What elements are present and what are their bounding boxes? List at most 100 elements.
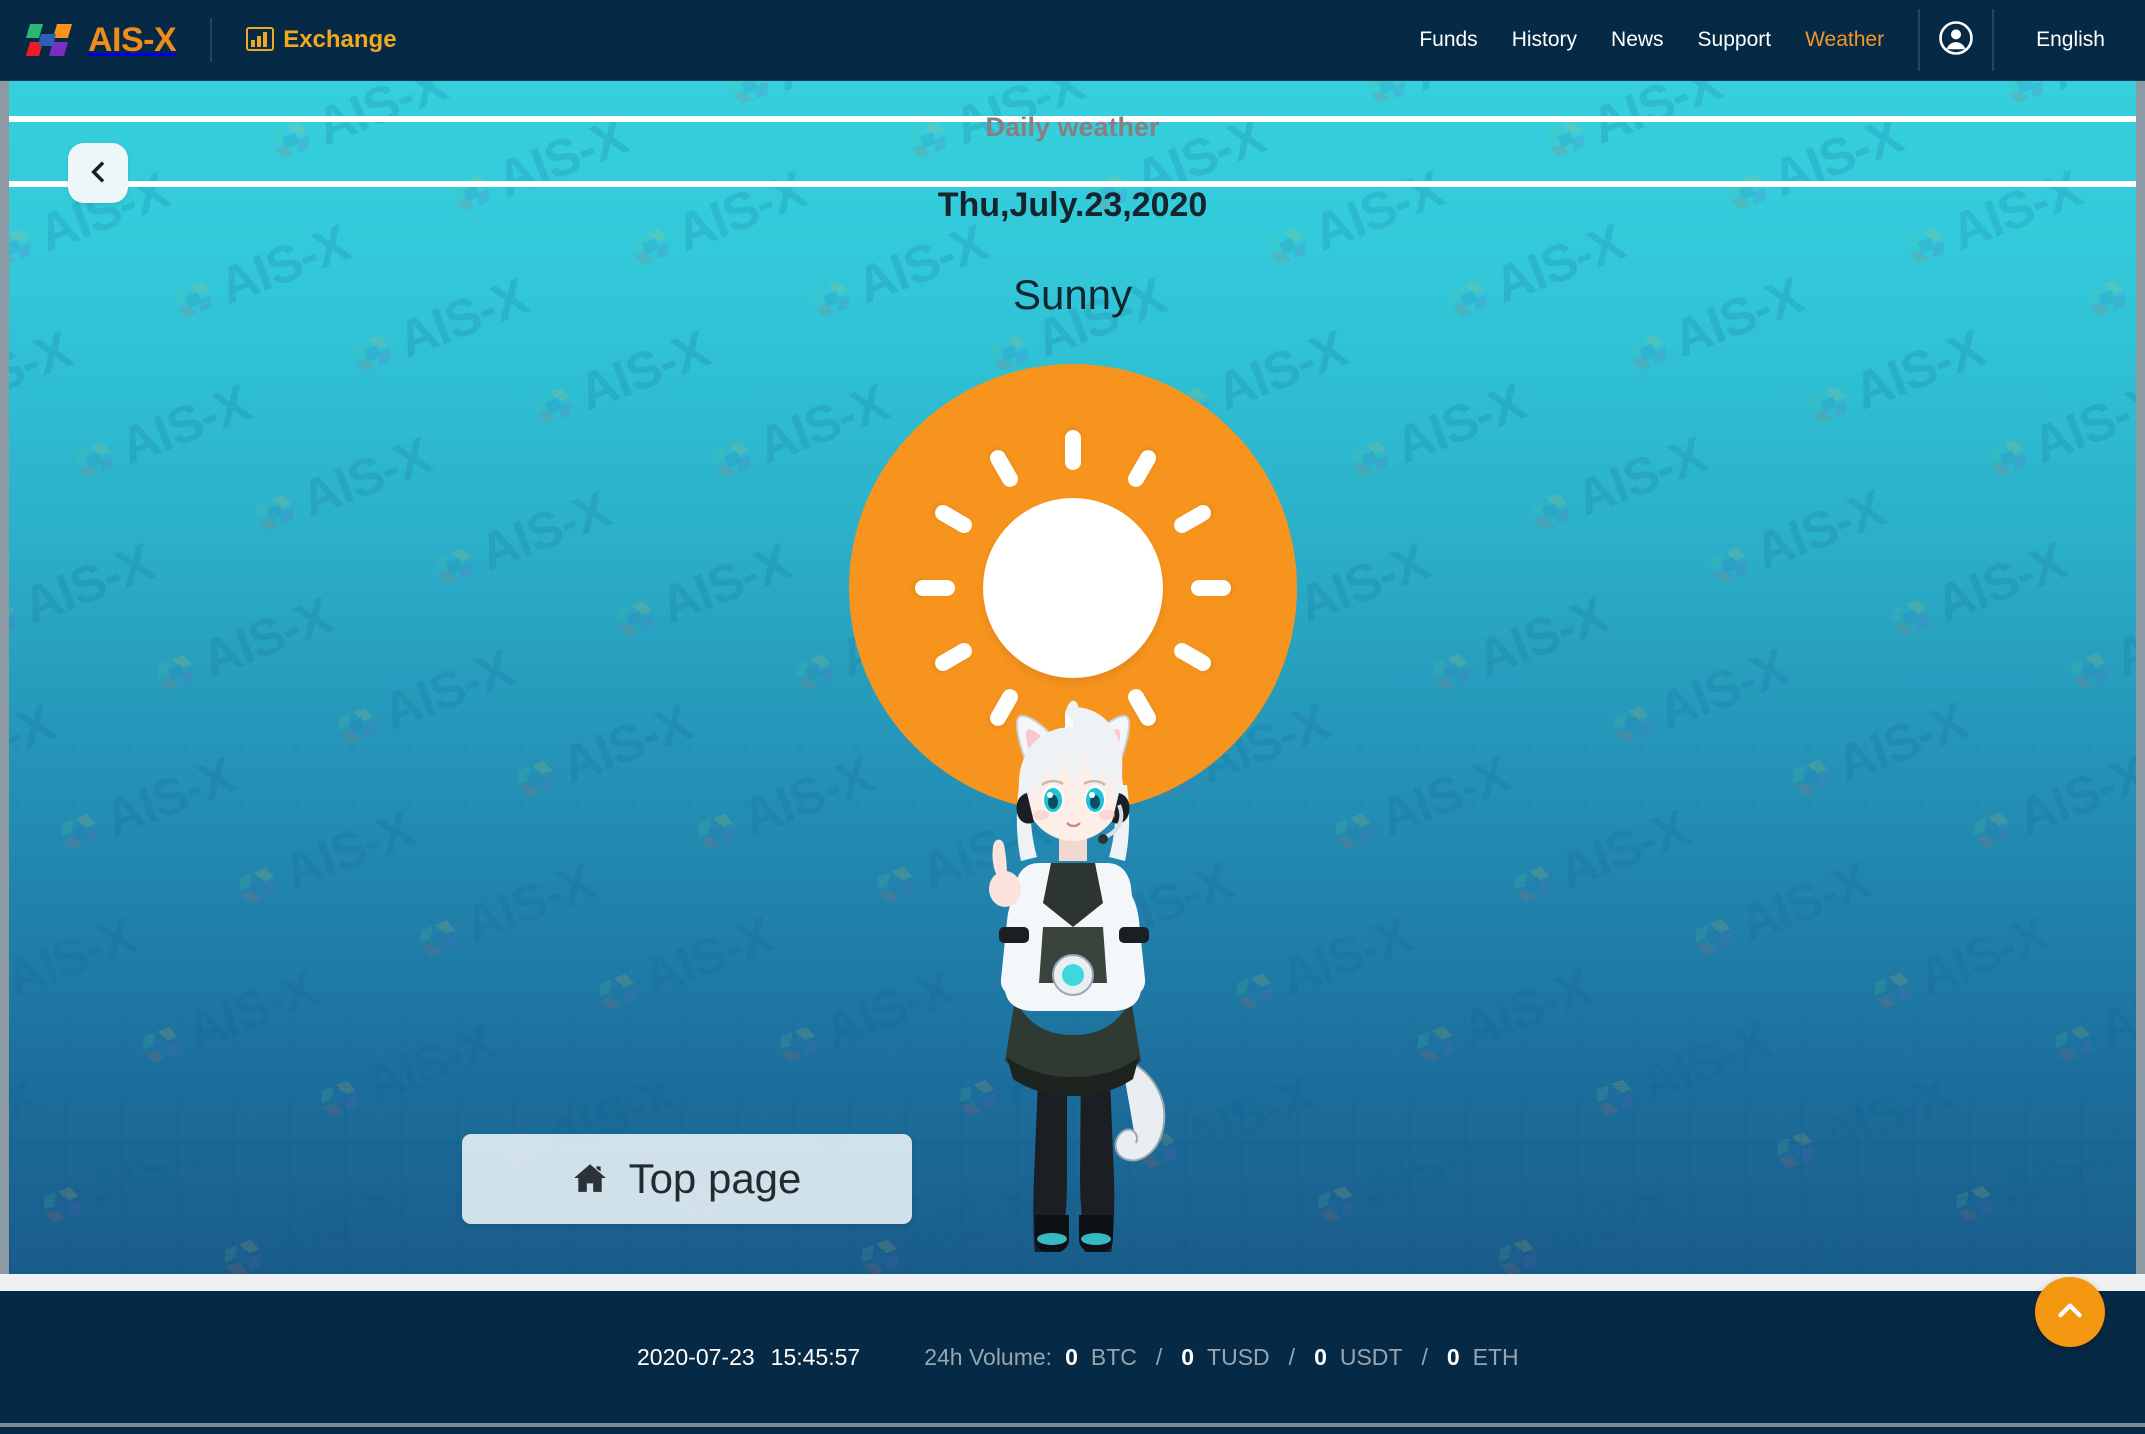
- watermark-row: AIS-XAIS-XAIS-XAIS-XAIS-XAIS-XAIS-XAIS-X…: [9, 785, 2136, 1274]
- weather-header-band: Daily weather: [9, 112, 2136, 182]
- volume-value-usdt: 0: [1314, 1343, 1327, 1370]
- watermark-x-icon: [1235, 973, 1275, 1011]
- watermark-x-icon: [2054, 1025, 2094, 1063]
- watermark-x-icon: [9, 229, 33, 267]
- watermark-item: AIS-X: [510, 693, 699, 813]
- volume-separator-3: /: [1421, 1343, 1428, 1370]
- watermark-item: AIS-X: [1607, 638, 1796, 758]
- watermark-item: AIS-X: [2048, 957, 2136, 1077]
- watermark-item: AIS-X: [1966, 744, 2136, 864]
- watermark-x-icon: [794, 654, 834, 692]
- language-selector[interactable]: English: [1994, 28, 2145, 52]
- watermark-x-icon: [320, 1080, 360, 1118]
- watermark-item: AIS-X: [1492, 1170, 1681, 1274]
- watermark-x-icon: [598, 973, 638, 1011]
- watermark-x-icon: [1628, 334, 1668, 372]
- watermark-item: AIS-X: [2063, 585, 2136, 705]
- watermark-item: AIS-X: [1362, 81, 1551, 120]
- watermark-item: AIS-X: [9, 533, 161, 653]
- watermark-x-icon: [419, 920, 459, 958]
- watermark-x-icon: [1268, 228, 1308, 266]
- watermark-row: AIS-XAIS-XAIS-XAIS-XAIS-XAIS-XAIS-XAIS-X…: [9, 892, 2136, 1274]
- watermark-x-icon: [59, 814, 99, 852]
- page-bottom-strip: [0, 1427, 2145, 1434]
- watermark-x-icon: [9, 601, 18, 639]
- watermark-item: AIS-X: [396, 1225, 585, 1274]
- watermark-x-icon: [2069, 653, 2109, 691]
- watermark-item: AIS-X: [1344, 373, 1533, 493]
- nav-item-history[interactable]: History: [1512, 28, 1577, 52]
- watermark-x-icon: [1776, 1132, 1816, 1170]
- watermark-item: AIS-X: [1704, 479, 1893, 599]
- watermark-item: AIS-X: [806, 213, 995, 333]
- watermark-item: AIS-X: [1982, 372, 2136, 492]
- exchange-nav-link[interactable]: Exchange: [246, 26, 397, 54]
- navbar-right-group: Funds History News Support Weather Engli…: [1419, 0, 2145, 80]
- watermark-item: AIS-X: [1525, 425, 1714, 545]
- nav-item-weather[interactable]: Weather: [1805, 28, 1884, 52]
- watermark-item: AIS-X: [1589, 1011, 1778, 1131]
- watermark-x-icon: [1987, 440, 2027, 478]
- watermark-item: AIS-X: [1688, 851, 1877, 971]
- brand-logo-link[interactable]: AIS-X: [26, 18, 177, 62]
- watermark-x-icon: [1709, 547, 1749, 585]
- scroll-to-top-button[interactable]: [2035, 1277, 2105, 1347]
- watermark-item: AIS-X: [1999, 81, 2136, 119]
- sun-ray: [914, 580, 955, 596]
- watermark-x-icon: [1138, 1132, 1178, 1170]
- chevron-up-icon: [2054, 1295, 2086, 1330]
- account-button[interactable]: [1920, 20, 1992, 60]
- watermark-item: AIS-X: [347, 267, 536, 387]
- watermark-item: AIS-X: [54, 746, 243, 866]
- watermark-x-icon: [1694, 919, 1734, 957]
- watermark-x-icon: [730, 81, 770, 106]
- watermark-item: AIS-X: [232, 799, 421, 919]
- watermark-item: AIS-X: [151, 586, 340, 706]
- watermark-item: AIS-X: [9, 1066, 47, 1169]
- nav-item-funds[interactable]: Funds: [1419, 28, 1477, 52]
- volume-label: 24h Volume:: [924, 1343, 1053, 1370]
- watermark-item: AIS-X: [250, 426, 439, 546]
- watermark-x-icon: [337, 707, 377, 745]
- nav-item-news[interactable]: News: [1611, 28, 1664, 52]
- watermark-x-icon: [1612, 706, 1652, 744]
- watermark-item: AIS-X: [429, 480, 618, 600]
- top-page-button[interactable]: Top page: [462, 1134, 912, 1224]
- watermark-x-icon: [1416, 1025, 1456, 1063]
- watermark-x-icon: [876, 867, 916, 905]
- nav-item-support[interactable]: Support: [1698, 28, 1772, 52]
- sun-icon: [848, 364, 1297, 812]
- main-nav-links: Funds History News Support Weather: [1419, 28, 1918, 52]
- volume-currency-usdt: USDT: [1339, 1343, 1403, 1370]
- watermark-item: AIS-X: [314, 1012, 503, 1132]
- watermark-item: AIS-X: [1426, 585, 1615, 705]
- watermark-x-icon: [779, 1026, 819, 1064]
- back-button[interactable]: [68, 143, 128, 203]
- watermark-item: AIS-X: [1949, 1117, 2136, 1237]
- weather-date: Thu,July.23,2020: [937, 186, 1208, 224]
- watermark-x-icon: [434, 548, 474, 586]
- watermark-x-icon: [1972, 812, 2012, 850]
- volume-currency-eth: ETH: [1472, 1343, 1519, 1370]
- sun-ray: [1064, 430, 1081, 470]
- watermark-item: AIS-X: [135, 959, 324, 1079]
- watermark-x-icon: [2087, 280, 2127, 318]
- watermark-item: AIS-X: [1230, 905, 1419, 1025]
- brand-name: AIS-X: [88, 20, 177, 59]
- footer-timestamp-date: 2020-07-23: [637, 1343, 755, 1370]
- watermark-x-icon: [223, 1239, 263, 1274]
- watermark-x-icon: [615, 600, 655, 638]
- watermark-x-icon: [2005, 81, 2045, 104]
- navbar-left-group: AIS-X Exchange: [0, 0, 397, 80]
- watermark-x-icon: [534, 387, 574, 425]
- watermark-item: AIS-X: [1508, 798, 1697, 918]
- weather-condition: Sunny: [1012, 271, 1133, 318]
- top-page-label: Top page: [628, 1155, 802, 1202]
- watermark-x-icon: [75, 441, 115, 479]
- watermark-x-icon: [1335, 813, 1375, 851]
- watermark-item: AIS-X: [1133, 1064, 1322, 1184]
- watermark-x-icon: [2135, 1238, 2136, 1274]
- watermark-item: AIS-X: [1770, 1064, 1959, 1184]
- volume-currency-tusd: TUSD: [1207, 1343, 1270, 1370]
- volume-summary: 24h Volume: 0 BTC / 0 TUSD / 0 USDT / 0 …: [924, 1344, 1518, 1371]
